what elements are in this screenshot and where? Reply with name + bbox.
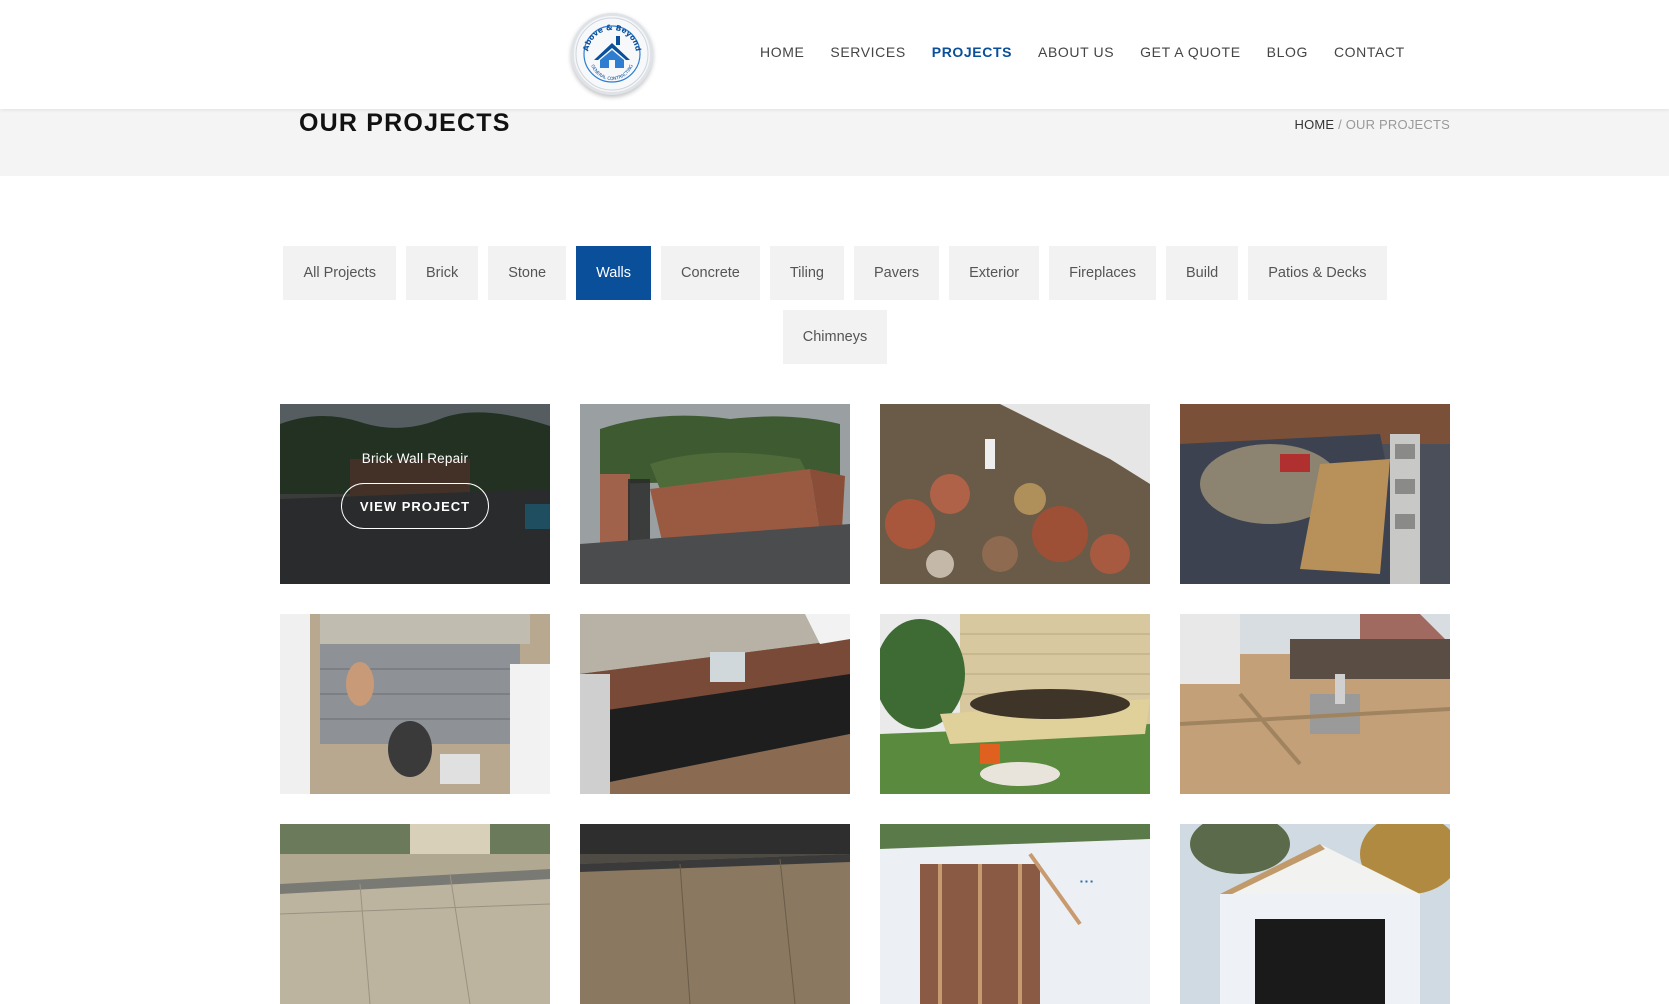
project-photo — [580, 824, 850, 1004]
filter-stone[interactable]: Stone — [488, 246, 567, 300]
nav-about-us[interactable]: ABOUT US — [1038, 44, 1114, 60]
project-hover-overlay: Brick Wall Repair VIEW PROJECT — [280, 404, 550, 584]
project-title: Brick Wall Repair — [361, 451, 469, 466]
filter-walls[interactable]: Walls — [576, 246, 652, 300]
logo-emblem-icon: Above & Beyond GENERAL CONTRACTING — [575, 17, 649, 91]
page-title-bar: OUR PROJECTS HOME / OUR PROJECTS — [0, 109, 1669, 176]
site-header: Above & Beyond GENERAL CONTRACTING HOME … — [0, 0, 1669, 109]
main-nav: HOME SERVICES PROJECTS ABOUT US GET A QU… — [760, 44, 1431, 60]
project-grid: Brick Wall Repair VIEW PROJECT ▪ ▪ ▪ — [280, 404, 1450, 1004]
filter-exterior[interactable]: Exterior — [949, 246, 1040, 300]
breadcrumb-separator: / — [1334, 117, 1346, 132]
nav-services[interactable]: SERVICES — [830, 44, 905, 60]
project-tile[interactable] — [1180, 824, 1450, 1004]
nav-projects[interactable]: PROJECTS — [932, 44, 1012, 60]
project-photo — [880, 614, 1150, 794]
filter-chimneys[interactable]: Chimneys — [782, 310, 888, 364]
view-project-button[interactable]: VIEW PROJECT — [341, 483, 489, 529]
project-tile[interactable] — [580, 404, 850, 584]
filter-pavers[interactable]: Pavers — [853, 246, 940, 300]
project-photo — [1180, 614, 1450, 794]
project-photo: ▪ ▪ ▪ — [880, 824, 1150, 1004]
breadcrumb-home-link[interactable]: HOME — [1295, 117, 1335, 132]
project-photo — [1180, 404, 1450, 584]
filter-fireplaces[interactable]: Fireplaces — [1049, 246, 1156, 300]
project-tile[interactable] — [880, 404, 1150, 584]
nav-get-a-quote[interactable]: GET A QUOTE — [1140, 44, 1240, 60]
project-tile[interactable] — [580, 824, 850, 1004]
project-photo — [580, 614, 850, 794]
breadcrumb-current: OUR PROJECTS — [1345, 117, 1450, 132]
project-tile[interactable] — [880, 614, 1150, 794]
project-photo — [580, 404, 850, 584]
project-tile[interactable] — [1180, 404, 1450, 584]
filter-brick[interactable]: Brick — [405, 246, 479, 300]
filter-all-projects[interactable]: All Projects — [283, 246, 396, 300]
project-photo — [280, 614, 550, 794]
company-logo[interactable]: Above & Beyond GENERAL CONTRACTING — [571, 13, 653, 95]
project-tile[interactable]: Brick Wall Repair VIEW PROJECT — [280, 404, 550, 584]
nav-home[interactable]: HOME — [760, 44, 804, 60]
project-tile[interactable]: ▪ ▪ ▪ — [880, 824, 1150, 1004]
project-filter-bar: All Projects Brick Stone Walls Concrete … — [260, 246, 1410, 364]
project-tile[interactable] — [280, 614, 550, 794]
nav-blog[interactable]: BLOG — [1267, 44, 1308, 60]
filter-concrete[interactable]: Concrete — [661, 246, 760, 300]
project-photo — [1180, 824, 1450, 1004]
page-title: OUR PROJECTS — [299, 109, 511, 137]
project-tile[interactable] — [580, 614, 850, 794]
project-photo — [880, 404, 1150, 584]
svg-text:▪ ▪ ▪: ▪ ▪ ▪ — [1080, 877, 1093, 886]
breadcrumb: HOME / OUR PROJECTS — [1295, 117, 1451, 132]
project-tile[interactable] — [280, 824, 550, 1004]
project-tile[interactable] — [1180, 614, 1450, 794]
filter-tiling[interactable]: Tiling — [769, 246, 844, 300]
filter-build[interactable]: Build — [1165, 246, 1239, 300]
project-photo — [280, 824, 550, 1004]
nav-contact[interactable]: CONTACT — [1334, 44, 1405, 60]
filter-patios-decks[interactable]: Patios & Decks — [1248, 246, 1387, 300]
